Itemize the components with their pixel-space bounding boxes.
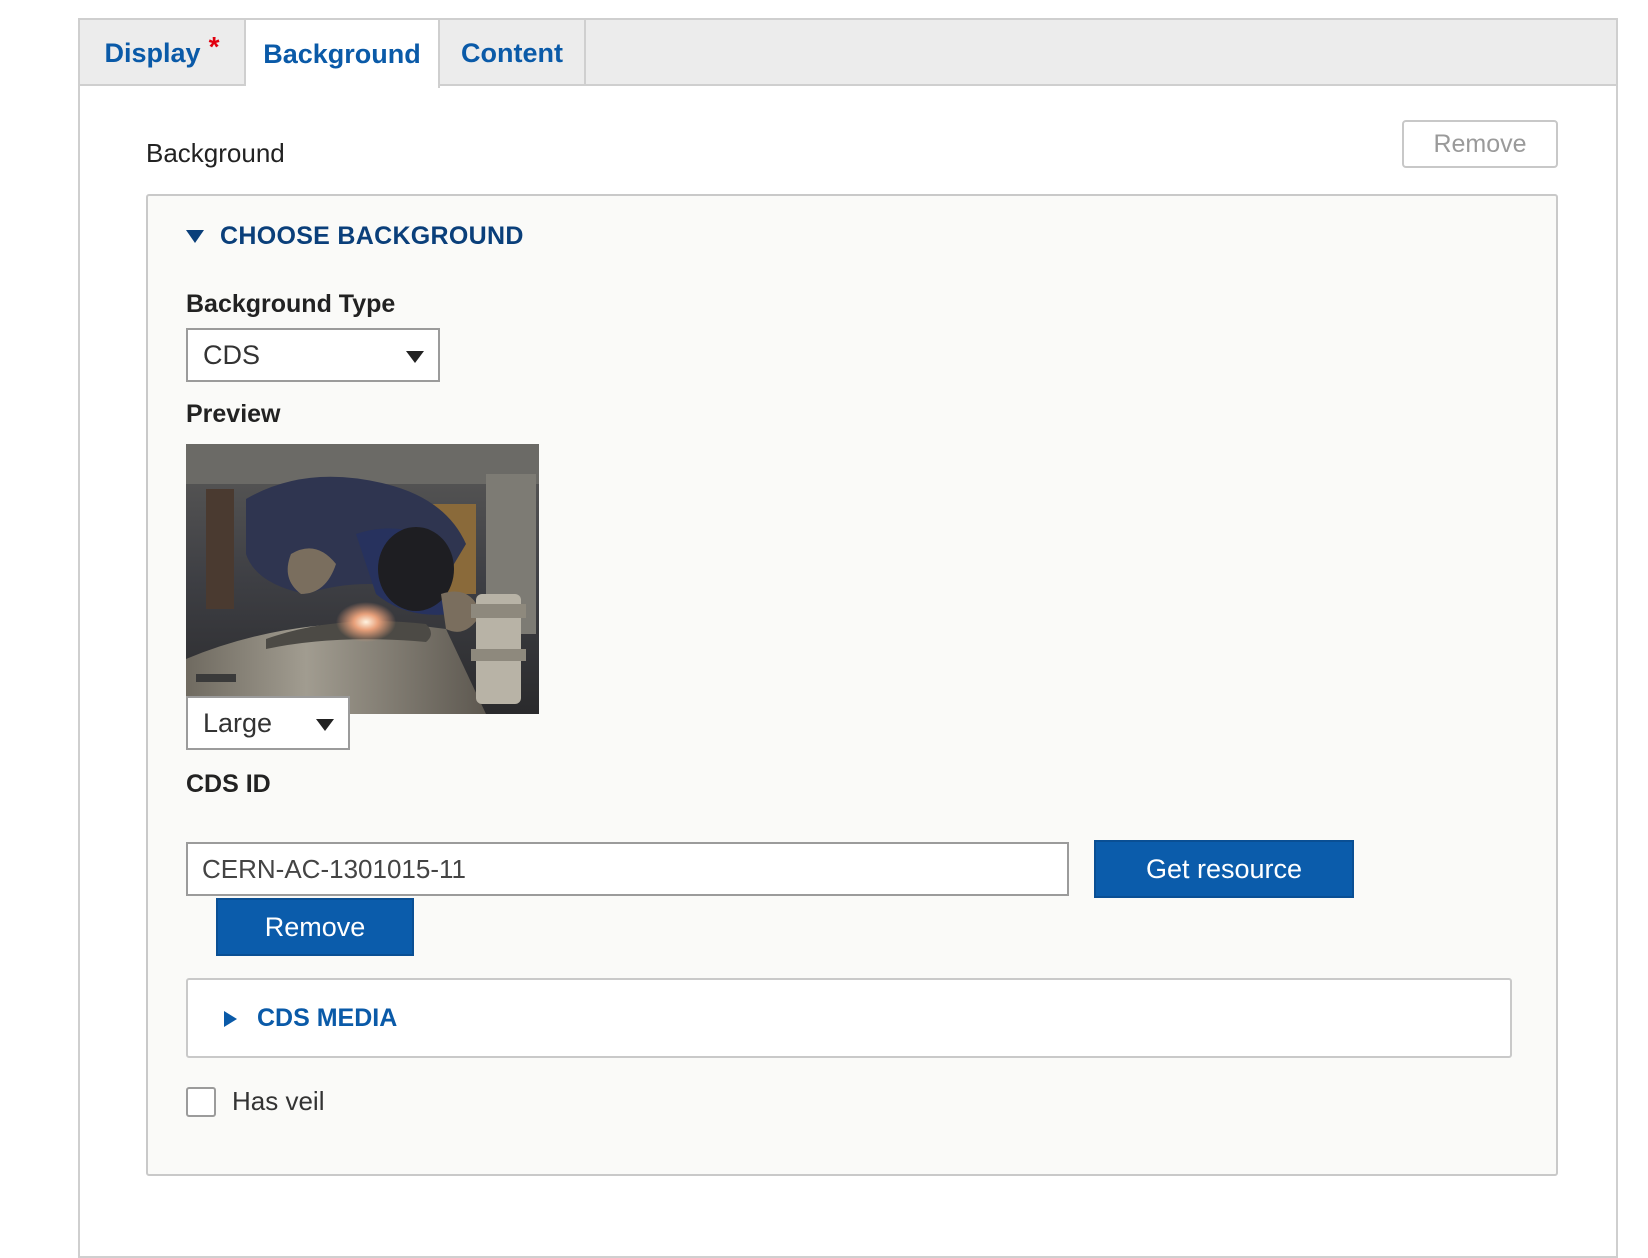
has-veil-row: Has veil [186, 1086, 324, 1117]
tab-background-label: Background [263, 38, 421, 69]
tab-display-label: Display [104, 37, 201, 68]
preview-label: Preview [186, 400, 281, 428]
cds-id-value: CERN-AC-1301015-11 [202, 853, 466, 884]
cds-media-summary[interactable]: CDS MEDIA [224, 1004, 397, 1033]
image-size-value: Large [203, 707, 273, 738]
required-mark: * [208, 31, 220, 62]
tab-content-label: Content [461, 37, 563, 68]
choose-background-summary[interactable]: CHOOSE BACKGROUND [186, 222, 524, 251]
get-resource-button[interactable]: Get resource [1094, 840, 1354, 898]
choose-background-fieldset: CHOOSE BACKGROUND Background Type CDS Pr… [146, 194, 1558, 1176]
cds-id-input[interactable]: CERN-AC-1301015-11 [186, 842, 1069, 896]
tab-bar: Display * Background Content [80, 20, 1616, 88]
collapse-triangle-icon [186, 230, 204, 243]
remove-background-button[interactable]: Remove [1402, 120, 1558, 168]
paragraph-panel: Display * Background Content Background … [78, 18, 1618, 1258]
remove-cds-button[interactable]: Remove [216, 898, 414, 956]
cds-media-fieldset: CDS MEDIA [186, 978, 1512, 1058]
section-title: Background [146, 138, 285, 168]
background-type-select[interactable]: CDS [186, 328, 440, 382]
chevron-down-icon [406, 351, 424, 363]
welder-photo-icon [186, 444, 539, 714]
background-type-value: CDS [203, 339, 261, 370]
cds-media-title: CDS MEDIA [257, 1004, 398, 1032]
tab-background[interactable]: Background [246, 20, 440, 88]
image-size-select[interactable]: Large [186, 696, 350, 750]
chevron-down-icon [316, 719, 334, 731]
cds-id-label: CDS ID [186, 770, 271, 798]
choose-background-title: CHOOSE BACKGROUND [220, 222, 524, 250]
has-veil-checkbox[interactable] [186, 1086, 216, 1117]
has-veil-label[interactable]: Has veil [232, 1086, 324, 1117]
tab-display[interactable]: Display * [80, 20, 246, 86]
tab-content[interactable]: Content [440, 20, 586, 86]
background-type-label: Background Type [186, 290, 396, 318]
preview-image [186, 444, 539, 714]
expand-triangle-icon [224, 1010, 237, 1027]
